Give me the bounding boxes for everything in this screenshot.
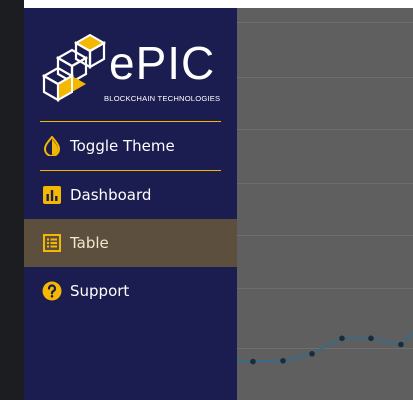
nav-item-label: Dashboard bbox=[70, 186, 152, 204]
chart-point bbox=[309, 351, 315, 357]
background-line-chart bbox=[237, 331, 413, 365]
cube-logo-icon bbox=[41, 33, 107, 102]
window-edge bbox=[0, 0, 24, 400]
bar-chart-icon bbox=[42, 185, 62, 205]
top-app-bar bbox=[24, 0, 413, 8]
chart-point bbox=[250, 358, 256, 365]
nav-item-support[interactable]: Support bbox=[24, 267, 237, 315]
brand-name: ePIC bbox=[109, 37, 216, 89]
nav-item-label: Table bbox=[70, 234, 109, 252]
chart-series-line bbox=[237, 331, 413, 363]
chart-point bbox=[339, 335, 345, 342]
nav-item-dashboard[interactable]: Dashboard bbox=[24, 171, 237, 219]
table-list-icon bbox=[42, 233, 62, 253]
main-content-overlay[interactable] bbox=[237, 8, 413, 400]
toggle-theme-button[interactable]: Toggle Theme bbox=[24, 122, 237, 170]
toggle-theme-label: Toggle Theme bbox=[70, 137, 175, 155]
brand-tagline: BLOCKCHAIN TECHNOLOGIES bbox=[104, 94, 221, 103]
nav-item-table[interactable]: Table bbox=[24, 219, 237, 267]
navigation-drawer: ePIC BLOCKCHAIN TECHNOLOGIES Toggle Them… bbox=[24, 8, 237, 400]
chart-point bbox=[398, 341, 404, 348]
chart-point bbox=[368, 335, 374, 342]
brand-logo: ePIC BLOCKCHAIN TECHNOLOGIES bbox=[40, 33, 222, 108]
help-circle-icon bbox=[42, 281, 62, 301]
nav-item-label: Support bbox=[70, 282, 130, 300]
contrast-drop-icon bbox=[42, 136, 62, 156]
chart-point bbox=[280, 357, 286, 364]
